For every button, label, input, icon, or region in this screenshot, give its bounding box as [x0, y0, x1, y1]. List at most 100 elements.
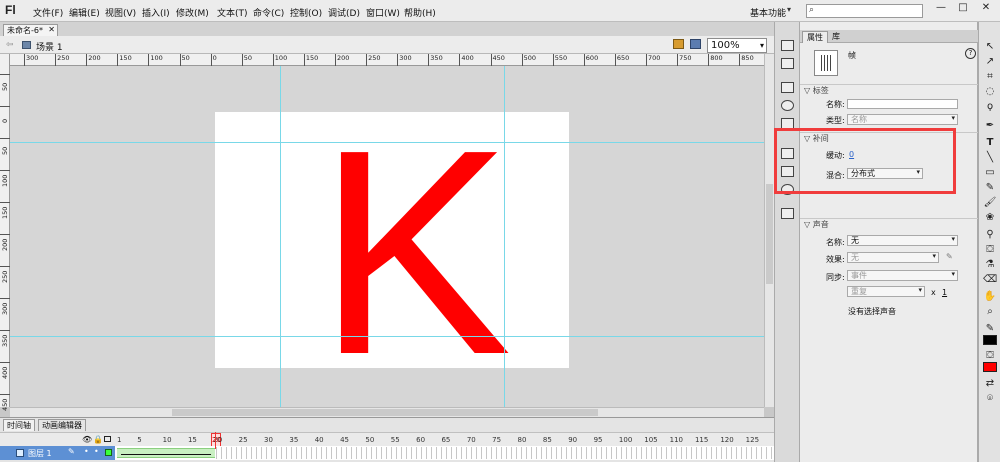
- frame-number: 35: [289, 436, 299, 444]
- layer-color-swatch[interactable]: [105, 449, 112, 456]
- subselection-tool-icon[interactable]: ↗: [983, 55, 997, 68]
- brush-tool-icon[interactable]: 🖌: [983, 196, 997, 209]
- sync-select[interactable]: 事件 ▾: [847, 270, 958, 281]
- sound-name-select[interactable]: 无 ▾: [847, 235, 958, 246]
- outline-icon[interactable]: [104, 436, 111, 442]
- color-icon[interactable]: [781, 58, 794, 69]
- guide-horizontal[interactable]: [10, 336, 764, 337]
- snap-to-objects-icon[interactable]: ⌾: [983, 392, 997, 405]
- type-select[interactable]: 名称 ▾: [847, 114, 958, 125]
- paint-bucket-tool-icon[interactable]: ⛋: [983, 243, 997, 256]
- guide-vertical[interactable]: [504, 66, 505, 407]
- frame-number: 120: [720, 436, 734, 444]
- help-icon[interactable]: ?: [965, 48, 976, 59]
- ruler-tick-label: 150: [0, 202, 10, 219]
- tab-motion-editor[interactable]: 动画编辑器: [38, 419, 86, 431]
- stage[interactable]: K: [215, 106, 569, 398]
- repeat-count[interactable]: 1: [942, 288, 947, 297]
- menu-view[interactable]: 视图(V): [105, 6, 136, 19]
- rectangle-tool-icon[interactable]: ▭: [983, 166, 997, 179]
- eraser-tool-icon[interactable]: ⌫: [983, 273, 997, 286]
- 3d-rotation-tool-icon[interactable]: ◌: [983, 85, 997, 98]
- fill-color-swatch[interactable]: [983, 362, 997, 372]
- label-section-header[interactable]: ▽ 标签: [800, 84, 978, 95]
- visibility-dot-icon[interactable]: •: [84, 447, 89, 456]
- pencil-icon[interactable]: ✎: [946, 252, 953, 261]
- swap-colors-icon[interactable]: ⇄: [983, 377, 997, 390]
- stroke-color-swatch[interactable]: [983, 335, 997, 345]
- zoom-tool-icon[interactable]: ⌕: [983, 305, 997, 318]
- horizontal-scrollbar[interactable]: [10, 407, 764, 417]
- frame-number: 75: [492, 436, 502, 444]
- menu-commands[interactable]: 命令(C): [253, 6, 284, 19]
- tab-timeline[interactable]: 时间轴: [3, 419, 35, 431]
- shape-tween-span[interactable]: [117, 448, 215, 458]
- tab-library[interactable]: 库: [828, 31, 844, 43]
- text-tool-icon[interactable]: T: [983, 136, 997, 149]
- menu-debug[interactable]: 调试(D): [328, 6, 360, 19]
- stage-text-k[interactable]: K: [317, 106, 512, 398]
- ruler-top: 300 250 200 150 100 50 0 50 100 150 200 250 300 350 40…: [10, 54, 764, 66]
- layer-name-cell[interactable]: 图层 1 ✎ • •: [0, 446, 115, 460]
- tab-properties[interactable]: 属性: [802, 31, 828, 43]
- chevron-down-icon: ▾: [918, 286, 922, 294]
- deco-tool-icon[interactable]: ❀: [983, 211, 997, 224]
- menu-help[interactable]: 帮助(H): [404, 6, 436, 19]
- fill-bucket-icon[interactable]: ⛋: [983, 349, 997, 362]
- info-icon[interactable]: [781, 100, 794, 111]
- free-transform-tool-icon[interactable]: ⌗: [983, 70, 997, 83]
- menu-edit[interactable]: 编辑(E): [69, 6, 100, 19]
- maximize-button[interactable]: □: [952, 2, 974, 18]
- edit-scene-icon[interactable]: [690, 39, 701, 49]
- menu-file[interactable]: 文件(F): [33, 6, 63, 19]
- menu-window[interactable]: 窗口(W): [366, 6, 400, 19]
- close-icon[interactable]: ✕: [48, 24, 55, 35]
- guide-vertical[interactable]: [280, 66, 281, 407]
- lasso-tool-icon[interactable]: ϙ: [983, 100, 997, 113]
- menu-modify[interactable]: 修改(M): [176, 6, 209, 19]
- close-button[interactable]: ✕: [975, 2, 997, 18]
- effect-select[interactable]: 无 ▾: [847, 252, 939, 263]
- chevron-down-icon[interactable]: ▾: [787, 5, 791, 14]
- swatches-icon[interactable]: [781, 40, 794, 51]
- vertical-scrollbar[interactable]: [764, 54, 774, 407]
- scrollbar-thumb[interactable]: [172, 409, 598, 416]
- stroke-color-pencil-icon[interactable]: ✎: [983, 322, 997, 335]
- scrollbar-thumb[interactable]: [766, 184, 773, 284]
- lock-icon[interactable]: 🔒: [93, 435, 103, 444]
- eye-icon[interactable]: 👁: [82, 435, 92, 444]
- pen-tool-icon[interactable]: ✒: [983, 119, 997, 132]
- eyedropper-tool-icon[interactable]: ⚗: [983, 258, 997, 271]
- back-arrow-icon[interactable]: ⇦: [6, 40, 14, 50]
- selection-tool-icon[interactable]: ↖: [983, 40, 997, 53]
- align-icon[interactable]: [781, 82, 794, 93]
- workspace-switcher[interactable]: 基本功能: [750, 6, 786, 19]
- pencil-tool-icon[interactable]: ✎: [983, 181, 997, 194]
- ruler-tick-label: 150: [117, 54, 132, 66]
- layer-row[interactable]: 图层 1 ✎ • •: [0, 446, 774, 460]
- menu-control[interactable]: 控制(O): [290, 6, 322, 19]
- bone-tool-icon[interactable]: ⚲: [983, 228, 997, 241]
- ruler-tick-label: 50: [241, 54, 252, 66]
- menu-insert[interactable]: 插入(I): [142, 6, 170, 19]
- lock-dot-icon[interactable]: •: [94, 447, 99, 456]
- panel-icon-column: [774, 22, 800, 462]
- hand-tool-icon[interactable]: ✋: [983, 290, 997, 303]
- repeat-select[interactable]: 重复 ▾: [847, 286, 925, 297]
- document-tab[interactable]: 未命名-6* ✕: [3, 24, 58, 36]
- sound-section-header[interactable]: ▽ 声音: [800, 218, 978, 229]
- guide-horizontal[interactable]: [10, 142, 764, 143]
- minimize-button[interactable]: —: [930, 2, 952, 18]
- frame-cells[interactable]: [216, 447, 772, 459]
- layer-name[interactable]: 图层 1: [28, 448, 52, 459]
- line-tool-icon[interactable]: ╲: [983, 151, 997, 164]
- search-input[interactable]: ⌕: [806, 4, 923, 18]
- ruler-tick-label: 150: [303, 54, 318, 66]
- pasteboard[interactable]: K: [10, 66, 764, 407]
- zoom-select[interactable]: 100% ▾: [707, 38, 767, 53]
- scene-panel-icon[interactable]: [781, 208, 794, 219]
- name-field[interactable]: [847, 99, 958, 109]
- menu-text[interactable]: 文本(T): [217, 6, 248, 19]
- ruler-tick-label: 0: [210, 54, 217, 66]
- edit-symbols-icon[interactable]: [673, 39, 684, 49]
